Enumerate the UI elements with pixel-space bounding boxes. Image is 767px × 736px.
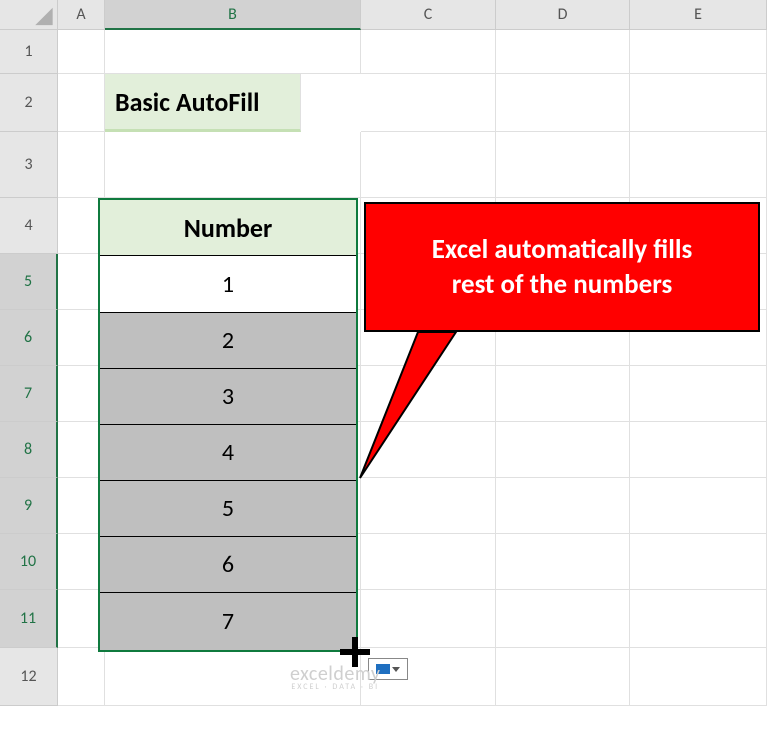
selection-range[interactable]: Number 1 2 3 4 5 6 7 <box>98 198 358 652</box>
chevron-down-icon <box>392 667 400 672</box>
cell-D3[interactable] <box>496 132 630 198</box>
cell-E1[interactable] <box>630 30 767 74</box>
column-headers: ABCDE <box>58 0 767 30</box>
row-header-2[interactable]: 2 <box>0 74 58 132</box>
cell-E12[interactable] <box>630 648 767 706</box>
cell-D12[interactable] <box>496 648 630 706</box>
row-header-9[interactable]: 9 <box>0 478 58 534</box>
callout-tail-icon <box>358 330 498 480</box>
callout-line1: Excel automatically fills <box>432 233 692 266</box>
table-row[interactable]: 7 <box>100 592 356 650</box>
row-header-4[interactable]: 4 <box>0 198 58 254</box>
row-header-1[interactable]: 1 <box>0 30 58 74</box>
select-all-corner[interactable] <box>0 0 58 30</box>
column-header-D[interactable]: D <box>496 0 630 30</box>
row-header-5[interactable]: 5 <box>0 254 58 310</box>
watermark: exceldemy EXCEL · DATA · BI <box>290 662 380 692</box>
table-row[interactable]: 2 <box>100 312 356 368</box>
column-header-C[interactable]: C <box>361 0 496 30</box>
cell-E3[interactable] <box>630 132 767 198</box>
cell-C2[interactable] <box>361 74 496 132</box>
cell-C11[interactable] <box>361 590 496 648</box>
title-cell[interactable]: Basic AutoFill <box>105 74 301 132</box>
cell-D1[interactable] <box>496 30 630 74</box>
cell-C10[interactable] <box>361 534 496 590</box>
cell-C3[interactable] <box>361 132 496 198</box>
cell-A1[interactable] <box>58 30 105 74</box>
cell-D10[interactable] <box>496 534 630 590</box>
callout-line2: rest of the numbers <box>452 268 673 301</box>
column-header-A[interactable]: A <box>58 0 105 30</box>
row-header-6[interactable]: 6 <box>0 310 58 366</box>
table-row[interactable]: 3 <box>100 368 356 424</box>
row-header-12[interactable]: 12 <box>0 648 58 706</box>
table-row[interactable]: 6 <box>100 536 356 592</box>
row-header-10[interactable]: 10 <box>0 534 58 590</box>
cell-A12[interactable] <box>58 648 105 706</box>
cell-E2[interactable] <box>630 74 767 132</box>
callout-text: Excel automatically fills rest of the nu… <box>364 202 760 332</box>
table-row[interactable]: 1 <box>100 256 356 312</box>
row-header-7[interactable]: 7 <box>0 366 58 422</box>
cell-D11[interactable] <box>496 590 630 648</box>
table-row[interactable]: 5 <box>100 480 356 536</box>
cell-E10[interactable] <box>630 534 767 590</box>
row-header-3[interactable]: 3 <box>0 132 58 198</box>
cell-A3[interactable] <box>58 132 105 198</box>
cell-A2[interactable] <box>58 74 105 132</box>
row-header-8[interactable]: 8 <box>0 422 58 478</box>
cell-B3[interactable] <box>105 132 361 198</box>
column-header-B[interactable]: B <box>105 0 361 30</box>
cell-D9[interactable] <box>496 478 630 534</box>
table-row[interactable]: 4 <box>100 424 356 480</box>
table-header-cell[interactable]: Number <box>100 200 356 256</box>
watermark-subtext: EXCEL · DATA · BI <box>290 682 380 692</box>
cell-E11[interactable] <box>630 590 767 648</box>
row-headers: 123456789101112 <box>0 30 58 706</box>
cell-E9[interactable] <box>630 478 767 534</box>
cell-C1[interactable] <box>361 30 496 74</box>
cell-D2[interactable] <box>496 74 630 132</box>
callout-annotation: Excel automatically fills rest of the nu… <box>364 202 760 482</box>
row-header-11[interactable]: 11 <box>0 590 58 648</box>
excel-grid: ABCDE 123456789101112 Basic AutoFill Num… <box>0 0 767 736</box>
cell-B1[interactable] <box>105 30 361 74</box>
cell-C9[interactable] <box>361 478 496 534</box>
column-header-E[interactable]: E <box>630 0 767 30</box>
